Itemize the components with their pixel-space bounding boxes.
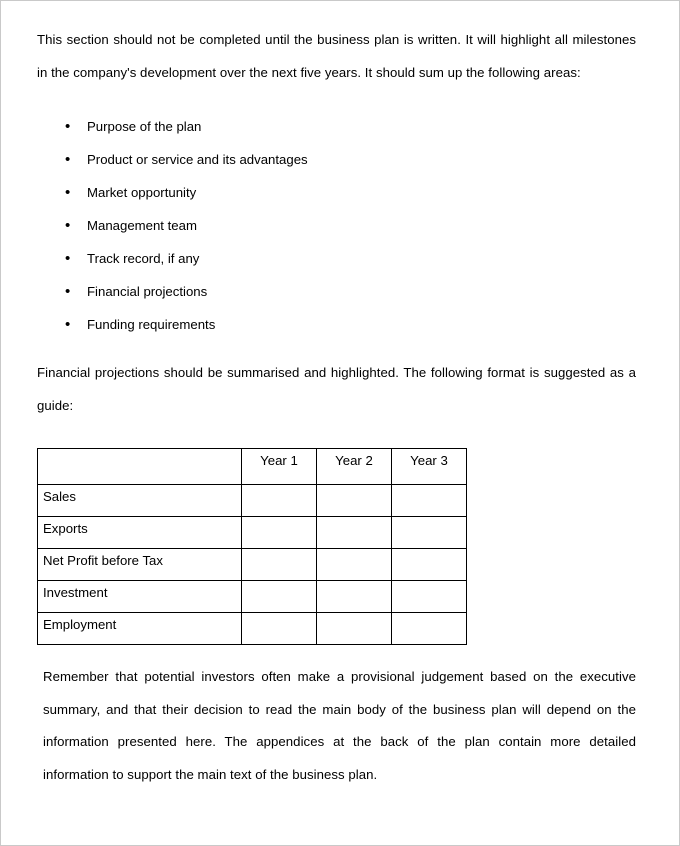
table-corner-cell bbox=[37, 448, 242, 485]
table-cell[interactable] bbox=[241, 580, 317, 613]
list-item-label: Financial projections bbox=[87, 284, 208, 299]
closing-paragraph: Remember that potential investors often … bbox=[43, 669, 636, 782]
table-row-label: Sales bbox=[37, 484, 242, 517]
list-item: • Financial projections bbox=[37, 275, 636, 308]
financial-projections-table: Year 1 Year 2 Year 3 Sales Exports Net P… bbox=[37, 448, 467, 645]
table-cell[interactable] bbox=[391, 548, 467, 581]
table-row: Employment bbox=[37, 612, 467, 645]
list-item: • Market opportunity bbox=[37, 176, 636, 209]
key-areas-bullet-list: • Purpose of the plan • Product or servi… bbox=[37, 89, 636, 341]
bullet-icon: • bbox=[65, 184, 71, 201]
table-row-label: Employment bbox=[37, 612, 242, 645]
table-cell[interactable] bbox=[316, 548, 392, 581]
document-content: This section should not be completed unt… bbox=[37, 1, 636, 791]
bullet-icon: • bbox=[65, 283, 71, 300]
table-row-label: Net Profit before Tax bbox=[37, 548, 242, 581]
list-item-label: Track record, if any bbox=[87, 251, 200, 266]
table-cell[interactable] bbox=[316, 484, 392, 517]
table-row-label: Investment bbox=[37, 580, 242, 613]
bullet-icon: • bbox=[65, 250, 71, 267]
table-column-header-year-2: Year 2 bbox=[316, 448, 392, 485]
table-cell[interactable] bbox=[391, 580, 467, 613]
table-column-header-year-1: Year 1 bbox=[241, 448, 317, 485]
table-cell[interactable] bbox=[241, 548, 317, 581]
table-row: Investment bbox=[37, 580, 467, 613]
table-header-row: Year 1 Year 2 Year 3 bbox=[37, 448, 467, 485]
table-cell[interactable] bbox=[316, 612, 392, 645]
table-cell[interactable] bbox=[316, 516, 392, 549]
list-item-label: Product or service and its advantages bbox=[87, 152, 308, 167]
list-item-label: Purpose of the plan bbox=[87, 119, 202, 134]
list-item: • Purpose of the plan bbox=[37, 110, 636, 143]
bullet-icon: • bbox=[65, 118, 71, 135]
list-item-label: Management team bbox=[87, 218, 197, 233]
table-row-label: Exports bbox=[37, 516, 242, 549]
table-column-header-year-3: Year 3 bbox=[391, 448, 467, 485]
bullet-icon: • bbox=[65, 151, 71, 168]
document-page: This section should not be completed unt… bbox=[0, 0, 680, 846]
table-cell[interactable] bbox=[391, 612, 467, 645]
list-item: • Product or service and its advantages bbox=[37, 143, 636, 176]
financial-table-container: Year 1 Year 2 Year 3 Sales Exports Net P… bbox=[37, 422, 636, 645]
list-item: • Track record, if any bbox=[37, 242, 636, 275]
table-cell[interactable] bbox=[391, 484, 467, 517]
bullet-icon: • bbox=[65, 217, 71, 234]
table-row: Net Profit before Tax bbox=[37, 548, 467, 581]
table-cell[interactable] bbox=[241, 612, 317, 645]
table-row: Sales bbox=[37, 484, 467, 517]
intro-paragraph: This section should not be completed unt… bbox=[37, 32, 636, 80]
bullet-icon: • bbox=[65, 316, 71, 333]
table-cell[interactable] bbox=[316, 580, 392, 613]
table-row: Exports bbox=[37, 516, 467, 549]
table-cell[interactable] bbox=[241, 484, 317, 517]
table-cell[interactable] bbox=[391, 516, 467, 549]
table-cell[interactable] bbox=[241, 516, 317, 549]
list-item-label: Funding requirements bbox=[87, 317, 216, 332]
list-item: • Funding requirements bbox=[37, 308, 636, 341]
financial-projections-paragraph: Financial projections should be summaris… bbox=[37, 365, 636, 413]
list-item-label: Market opportunity bbox=[87, 185, 197, 200]
list-item: • Management team bbox=[37, 209, 636, 242]
